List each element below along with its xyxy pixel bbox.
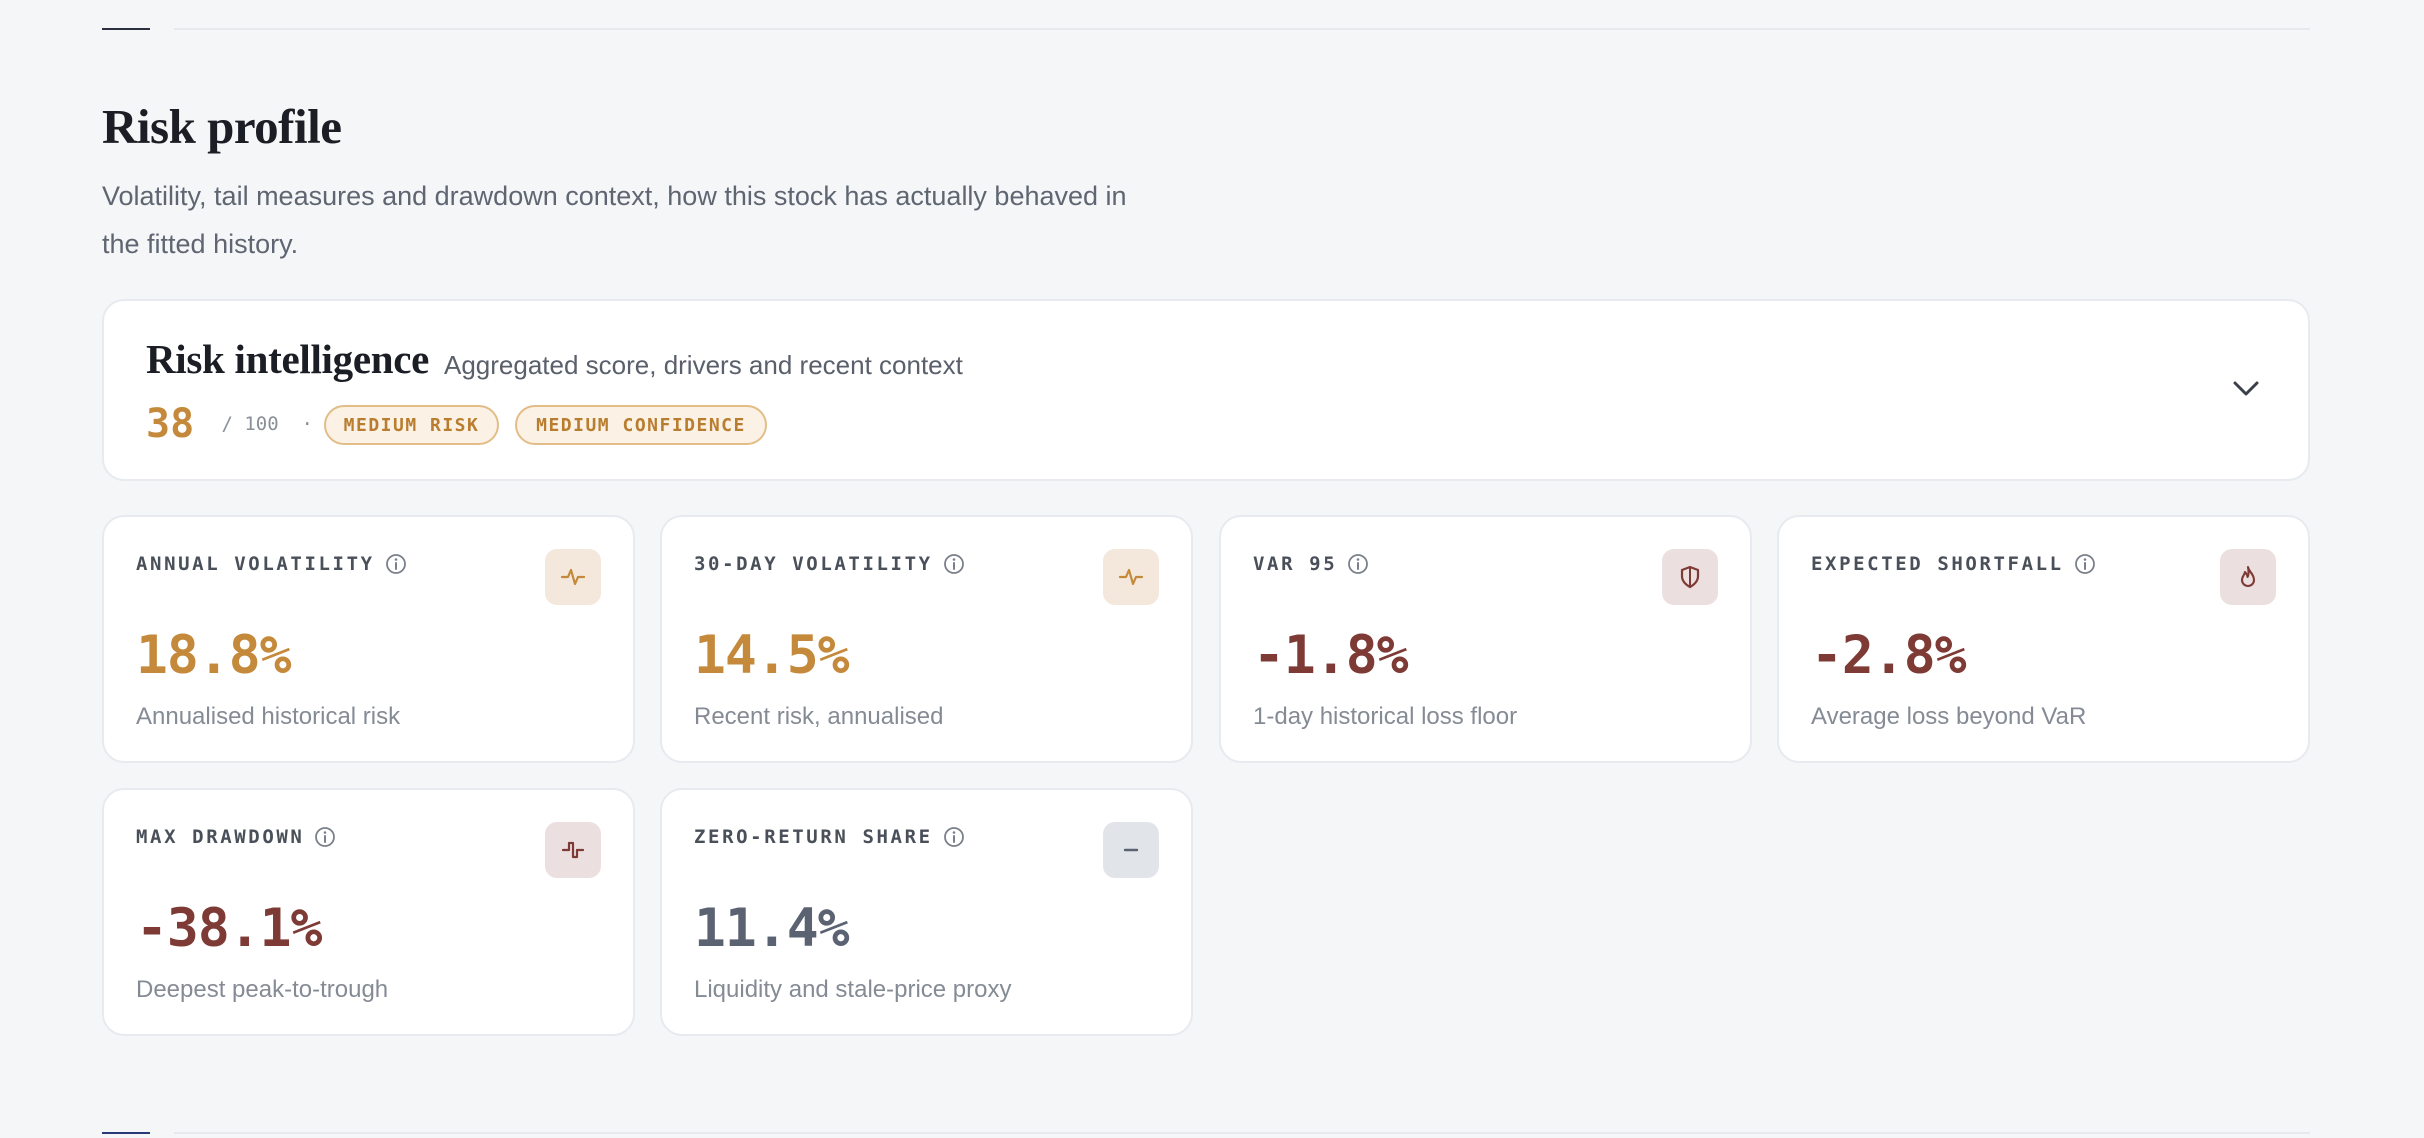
divider-accent: [102, 28, 150, 30]
metric-label: ZERO-RETURN SHARE: [694, 826, 933, 848]
metric-card-var-95: VAR 95 -1.8% 1-day historical loss floor: [1219, 515, 1752, 763]
section-subtitle: Volatility, tail measures and drawdown c…: [102, 181, 1127, 259]
metric-card-expected-shortfall: EXPECTED SHORTFALL -2.8% Average loss be…: [1777, 515, 2310, 763]
metric-description: Annualised historical risk: [136, 703, 401, 730]
drawdown-icon: [545, 822, 601, 878]
top-section-divider: [102, 28, 2310, 30]
info-icon[interactable]: [943, 826, 965, 848]
pulse-icon: [545, 549, 601, 605]
metric-description: 1-day historical loss floor: [1253, 703, 1518, 730]
metric-card-annual-volatility: ANNUAL VOLATILITY 18.8% Annualised histo…: [102, 515, 635, 763]
metric-value: -1.8%: [1253, 625, 1409, 686]
divider-accent: [102, 1132, 150, 1134]
info-icon[interactable]: [1347, 553, 1369, 575]
pulse-icon: [1103, 549, 1159, 605]
minus-icon: [1103, 822, 1159, 878]
chevron-down-icon[interactable]: [2226, 369, 2266, 409]
risk-intelligence-description: Aggregated score, drivers and recent con…: [444, 350, 963, 380]
metric-description: Deepest peak-to-trough: [136, 976, 389, 1003]
metric-card-30-day-volatility: 30-DAY VOLATILITY 14.5% Recent risk, ann…: [660, 515, 1193, 763]
info-icon[interactable]: [314, 826, 336, 848]
divider-line: [174, 1132, 2310, 1134]
metric-value: -38.1%: [136, 898, 322, 959]
metric-label: 30-DAY VOLATILITY: [694, 553, 933, 575]
shield-icon: [1662, 549, 1718, 605]
metric-label: MAX DRAWDOWN: [136, 826, 305, 848]
metric-label: VAR 95: [1253, 553, 1338, 575]
divider-line: [174, 28, 2310, 30]
metric-value: 14.5%: [694, 625, 850, 686]
metric-label: EXPECTED SHORTFALL: [1811, 553, 2064, 575]
risk-intelligence-title: Risk intelligence: [146, 336, 430, 382]
metric-description: Liquidity and stale-price proxy: [694, 976, 1012, 1003]
info-icon[interactable]: [385, 553, 407, 575]
metric-value: -2.8%: [1811, 625, 1967, 686]
confidence-badge: MEDIUM CONFIDENCE: [515, 405, 767, 445]
metric-card-zero-return-share: ZERO-RETURN SHARE 11.4% Liquidity and st…: [660, 788, 1193, 1036]
metric-description: Recent risk, annualised: [694, 703, 944, 730]
risk-level-badge: MEDIUM RISK: [324, 405, 499, 445]
risk-score-max: / 100 ·: [210, 413, 313, 435]
info-icon[interactable]: [2074, 553, 2096, 575]
metric-value: 11.4%: [694, 898, 850, 959]
info-icon[interactable]: [943, 553, 965, 575]
risk-intelligence-card[interactable]: Risk intelligence Aggregated score, driv…: [102, 299, 2310, 481]
metric-value: 18.8%: [136, 625, 292, 686]
section-title: Risk profile: [102, 99, 342, 154]
metric-description: Average loss beyond VaR: [1811, 703, 2087, 730]
metric-card-max-drawdown: MAX DRAWDOWN -38.1% Deepest peak-to-trou…: [102, 788, 635, 1036]
flame-icon: [2220, 549, 2276, 605]
bottom-section-divider: [102, 1132, 2310, 1134]
metric-label: ANNUAL VOLATILITY: [136, 553, 375, 575]
risk-score: 38: [146, 401, 195, 447]
